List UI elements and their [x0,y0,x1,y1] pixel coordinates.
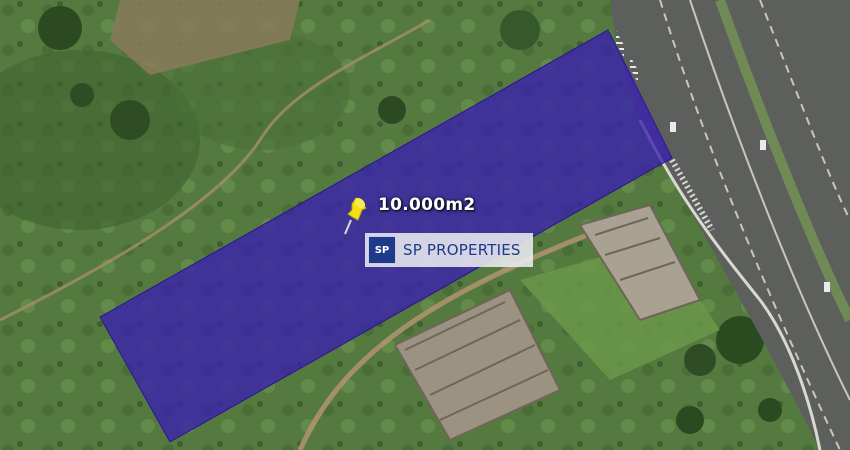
tree-cluster [38,6,82,50]
satellite-imagery [0,0,850,450]
car [670,122,676,132]
tree-cluster [500,10,540,50]
area-label: 10.000m2 [378,195,476,215]
tree-cluster [676,406,704,434]
tree-cluster [378,96,406,124]
brand-watermark: SP SP PROPERTIES [365,233,533,267]
tree-cluster [70,83,94,107]
brand-logo: SP [368,236,396,264]
car [824,282,830,292]
satellite-map[interactable]: 10.000m2 SP SP PROPERTIES [0,0,850,450]
tree-cluster [684,344,716,376]
car [760,140,766,150]
pushpin-icon[interactable] [340,194,374,236]
tree-cluster [758,398,782,422]
brand-name: SP PROPERTIES [403,241,521,259]
pushpin-needle [344,219,352,235]
tree-cluster [110,100,150,140]
